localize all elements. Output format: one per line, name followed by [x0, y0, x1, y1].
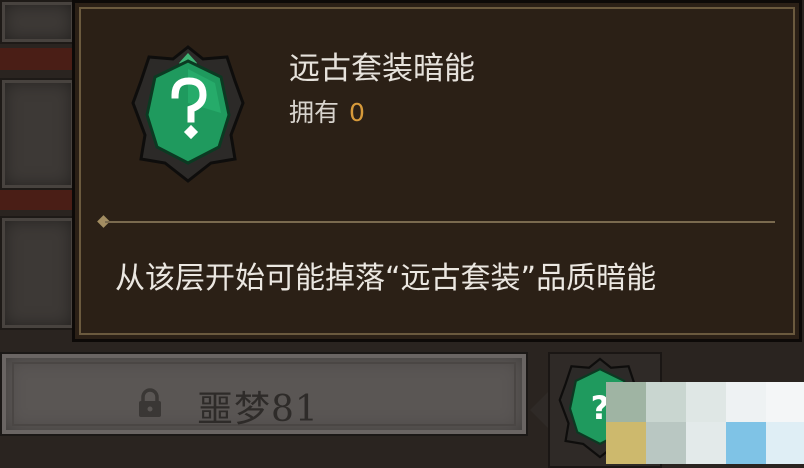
item-title: 远古套装暗能: [289, 51, 475, 87]
lock-icon: [139, 388, 161, 417]
owned-count-line: 拥有 0: [289, 93, 365, 129]
background-strip: [0, 48, 72, 70]
level-label: 噩梦81: [197, 389, 319, 430]
green-rune-gem-icon: [131, 45, 245, 183]
item-description: 从该层开始可能掉落“远古套装”品质暗能: [115, 261, 657, 296]
owned-count: 0: [349, 98, 365, 127]
selection-arrow: [530, 392, 548, 428]
background-slab-top: [0, 0, 76, 44]
background-slab-lower: [0, 216, 76, 330]
pixelated-region: [606, 382, 804, 464]
owned-label: 拥有: [289, 98, 340, 127]
background-slab-middle: [0, 78, 76, 190]
item-tooltip: 远古套装暗能 拥有 0 从该层开始可能掉落“远古套装”品质暗能: [72, 0, 802, 342]
level-row-nightmare-81[interactable]: 噩梦81: [0, 352, 528, 436]
divider: [105, 221, 775, 223]
background-strip: [0, 190, 72, 210]
